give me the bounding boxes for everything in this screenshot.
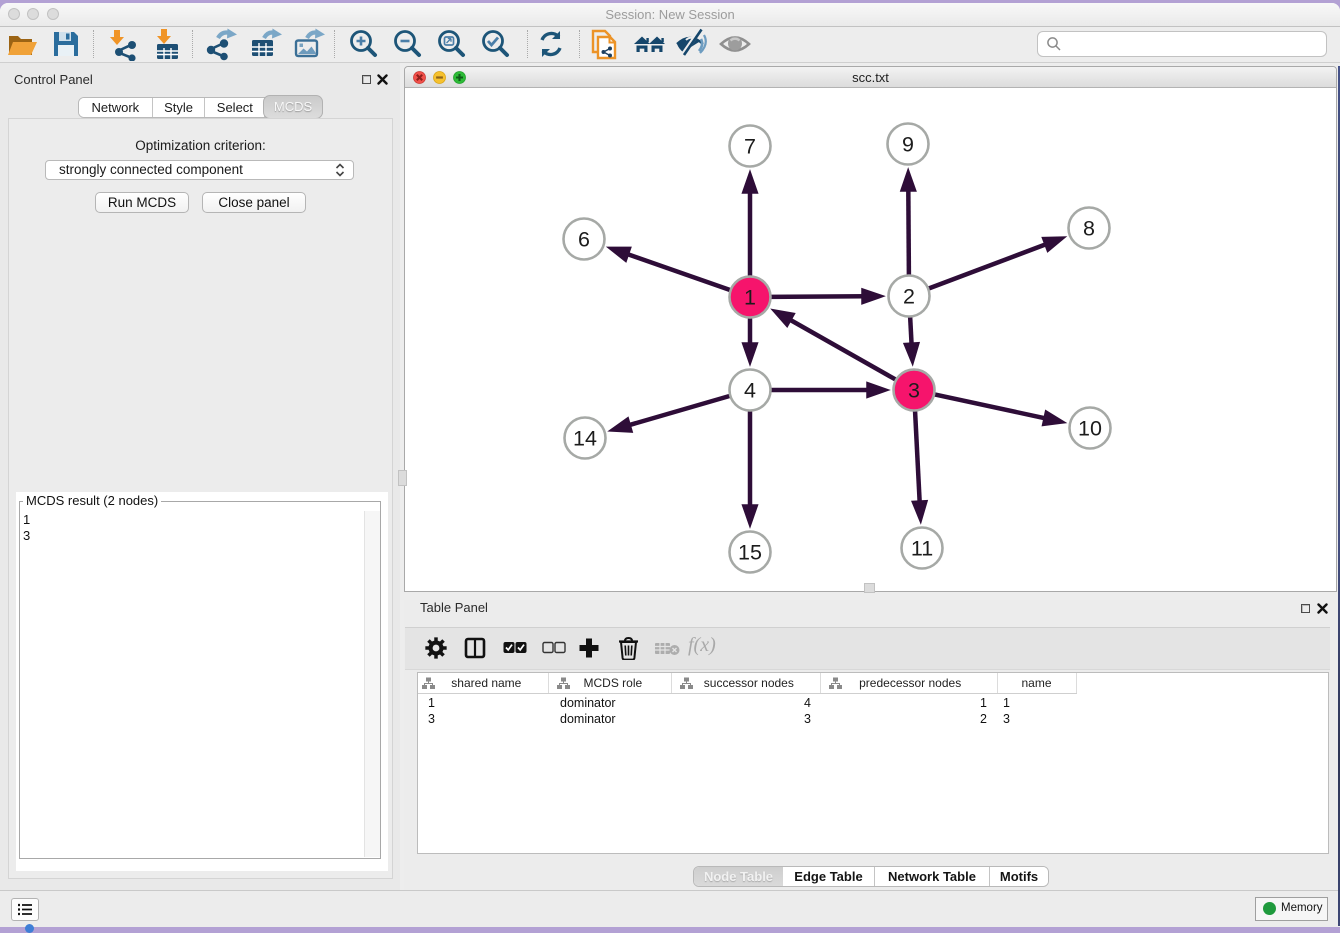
svg-text:6: 6: [578, 228, 590, 252]
svg-text:3: 3: [908, 379, 920, 403]
svg-text:7: 7: [744, 135, 756, 159]
svg-text:14: 14: [573, 427, 597, 451]
svg-text:9: 9: [902, 133, 914, 157]
svg-text:8: 8: [1083, 217, 1095, 241]
svg-text:10: 10: [1078, 417, 1102, 441]
svg-text:1: 1: [744, 286, 756, 310]
svg-text:2: 2: [903, 285, 915, 309]
svg-text:11: 11: [911, 537, 933, 561]
svg-text:4: 4: [744, 379, 756, 403]
svg-text:15: 15: [738, 541, 762, 565]
